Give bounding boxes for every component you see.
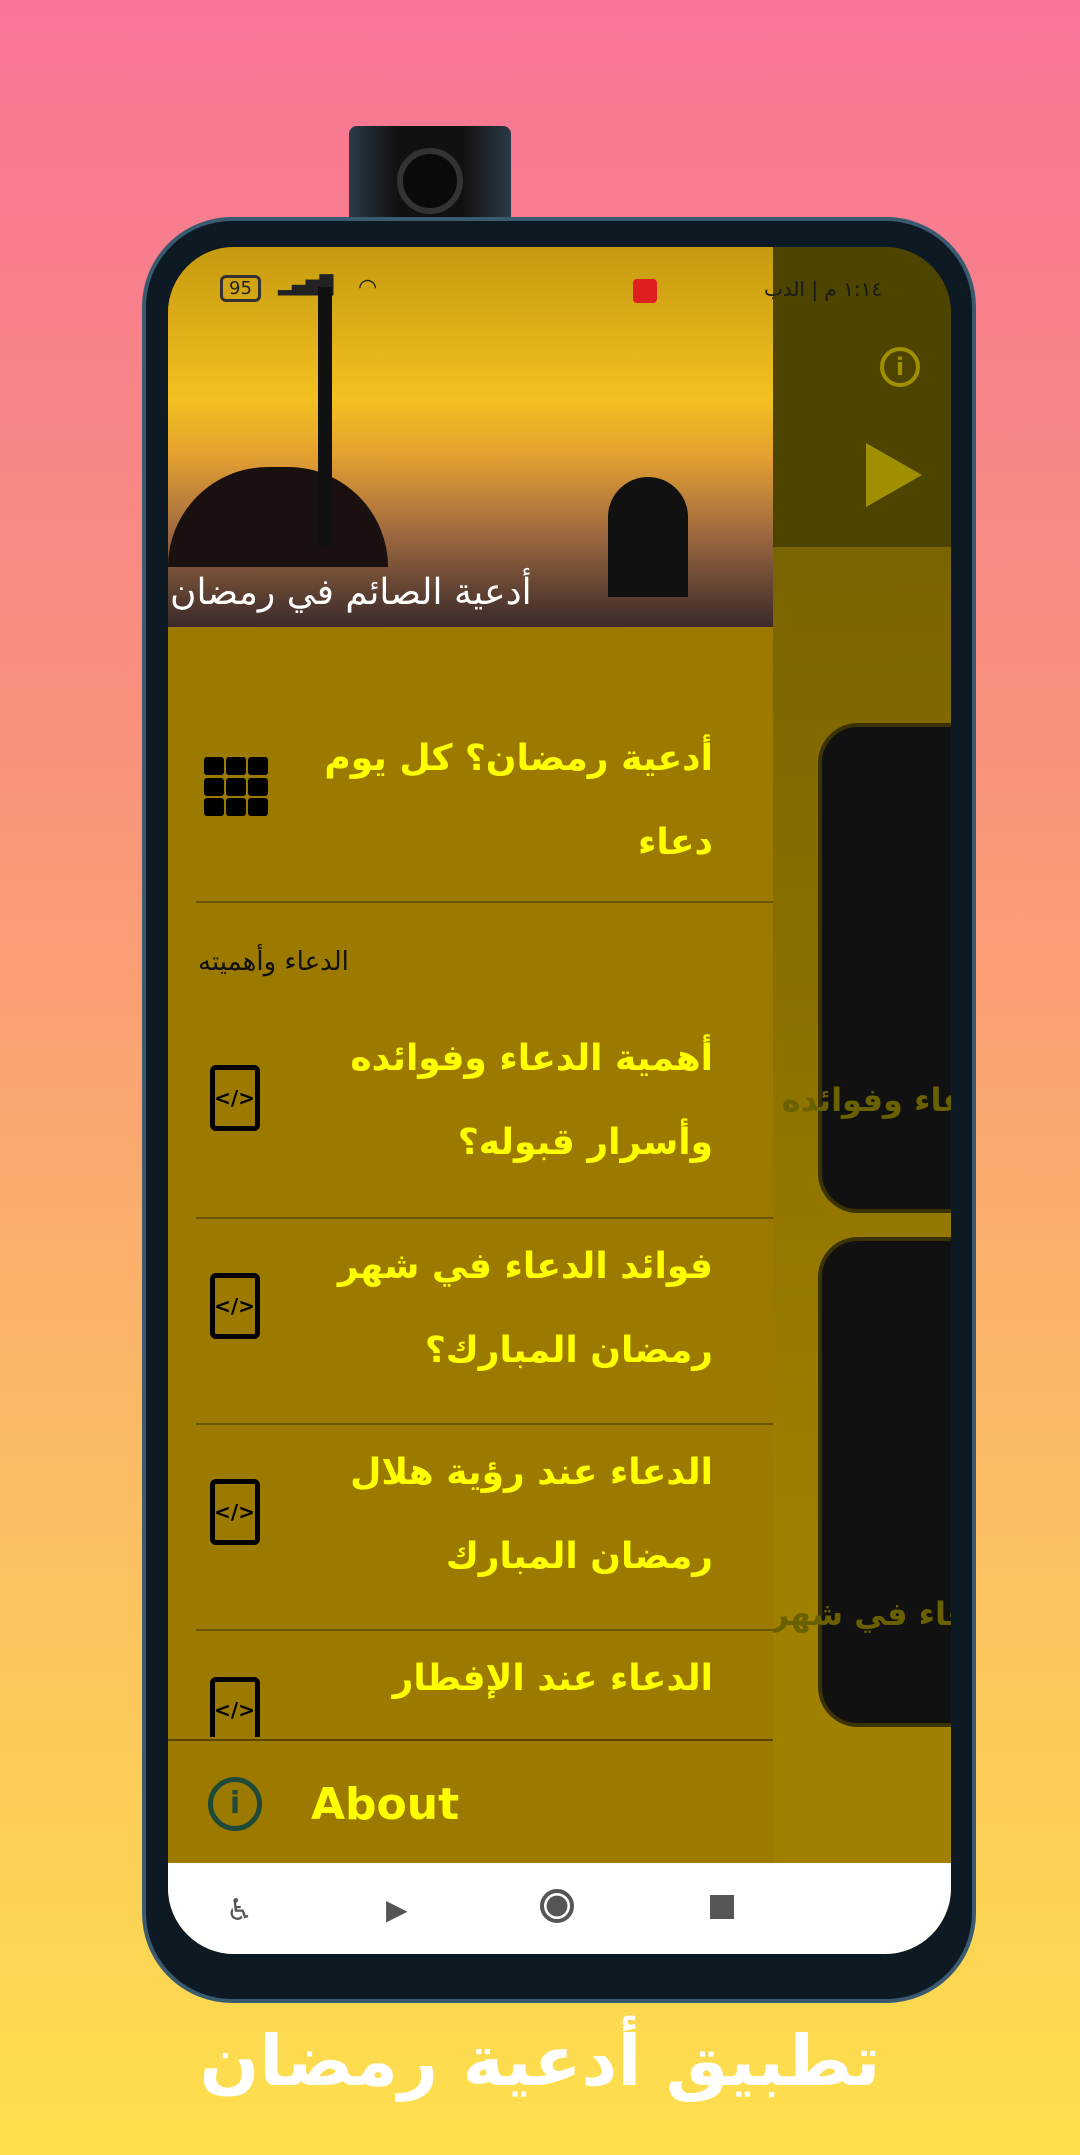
play-store-icon[interactable]	[866, 443, 922, 507]
praying-man-silhouette	[608, 477, 688, 597]
drawer-item-label: فوائد الدعاء في شهر رمضان المبارك؟	[337, 1246, 713, 1371]
play-icon[interactable]: ▶	[386, 1893, 408, 1926]
code-file-icon: </>	[210, 1273, 260, 1339]
drawer-header-image: 95 ▂▄▆█ ◠ أدعية الصائم في رمضان	[168, 247, 773, 627]
drawer-item-daily-dua[interactable]: أدعية رمضان؟ كل يوم دعاء	[168, 717, 773, 897]
accessibility-icon[interactable]: ♿	[226, 1893, 253, 1928]
navigation-drawer: 95 ▂▄▆█ ◠ أدعية الصائم في رمضان أدعية رم…	[168, 247, 773, 1863]
drawer-item-about[interactable]: i About	[168, 1741, 773, 1863]
drawer-item-label: الدعاء عند الإفطار	[392, 1658, 713, 1699]
stop-icon[interactable]	[710, 1895, 734, 1919]
code-file-icon: </>	[210, 1065, 260, 1131]
status-bar-time: ١:١٤ م | الدب	[764, 277, 883, 301]
divider	[196, 1423, 773, 1425]
about-label: About	[311, 1779, 460, 1830]
drawer-item-label: أهمية الدعاء وفوائده وأسرار قبوله؟	[350, 1038, 713, 1163]
background-card[interactable]: فوائد الدعاء في شهر رمضان المبارك؟	[503, 1237, 951, 1727]
divider	[196, 901, 773, 903]
system-nav-bar: ♿ ▶	[168, 1863, 951, 1954]
minaret-icon	[318, 287, 332, 547]
code-file-icon: </>	[210, 1677, 260, 1737]
divider	[196, 1217, 773, 1219]
mosque-silhouette	[168, 467, 388, 567]
youtube-icon	[633, 279, 657, 303]
drawer-item[interactable]: </> الدعاء عند الإفطار	[168, 1637, 773, 1737]
drawer-item-label: أدعية رمضان؟ كل يوم دعاء	[324, 738, 713, 863]
drawer-item[interactable]: </> فوائد الدعاء في شهر رمضان المبارك؟	[168, 1225, 773, 1425]
drawer-item-label: الدعاء عند رؤية هلال رمضان المبارك	[350, 1452, 713, 1577]
info-icon[interactable]: i	[880, 347, 920, 387]
section-title: الدعاء وأهميته	[198, 947, 349, 977]
background-card[interactable]: أهمية الدعاء وفوائده وأسرار قبوله؟	[544, 723, 951, 1213]
promo-caption: تطبيق أدعية رمضان	[199, 2020, 881, 2102]
code-file-icon: </>	[210, 1479, 260, 1545]
divider	[196, 1629, 773, 1631]
info-icon: i	[208, 1777, 262, 1831]
drawer-item[interactable]: </> الدعاء عند رؤية هلال رمضان المبارك	[168, 1431, 773, 1631]
home-button[interactable]	[540, 1889, 574, 1923]
camera-lens	[397, 148, 463, 214]
drawer-item[interactable]: </> أهمية الدعاء وفوائده وأسرار قبوله؟	[168, 1017, 773, 1217]
wifi-icon: ◠	[358, 275, 378, 300]
popup-camera	[349, 126, 511, 222]
grid-icon	[202, 757, 268, 817]
header-banner-text: أدعية الصائم في رمضان	[170, 572, 532, 613]
battery-indicator: 95	[220, 275, 261, 302]
phone-screen: i أهمية الدعاء وفوائده وأسرار قبوله؟ فوا…	[168, 247, 951, 1954]
